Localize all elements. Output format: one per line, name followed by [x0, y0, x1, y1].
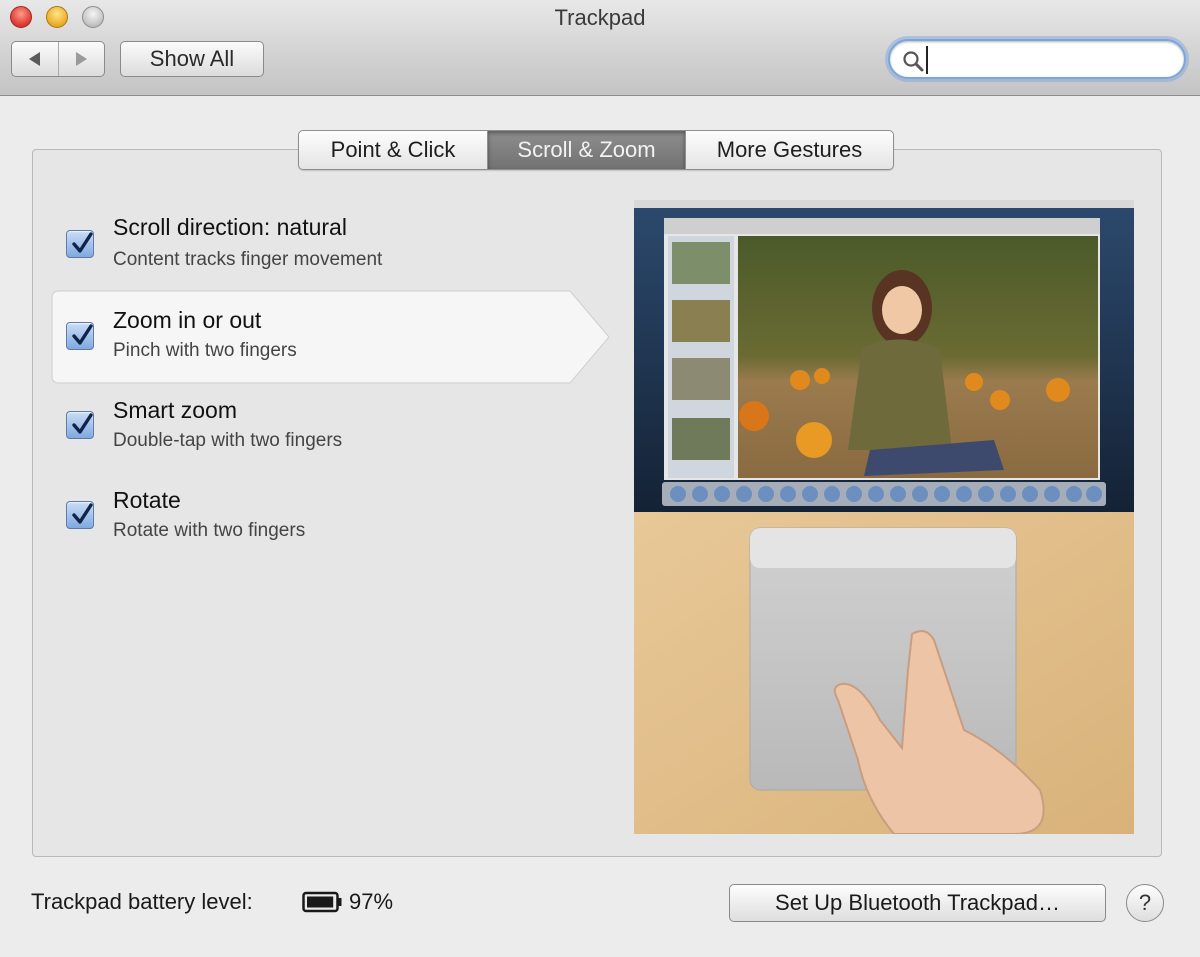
smart-zoom-checkbox[interactable] [66, 411, 94, 439]
option-subtitle: Pinch with two fingers [113, 340, 297, 361]
rotate-checkbox[interactable] [66, 501, 94, 529]
battery-level-value: 97% [349, 889, 394, 914]
magnifier-icon [903, 51, 924, 72]
selected-option-highlight [51, 290, 610, 384]
gesture-preview-illustration [634, 200, 1134, 834]
battery-icon [302, 891, 342, 913]
gesture-preview-video [634, 200, 1134, 834]
back-arrow-icon [29, 52, 41, 66]
checkmark-icon [72, 232, 93, 253]
forward-arrow-icon [75, 52, 87, 66]
option-title: Scroll direction: natural [113, 214, 347, 240]
back-forward-group [11, 41, 105, 77]
checkmark-icon [72, 503, 93, 524]
search-input[interactable] [926, 46, 1173, 74]
tab-more-gestures[interactable]: More Gestures [685, 131, 893, 169]
window-title: Trackpad [554, 5, 646, 30]
option-title: Rotate [113, 487, 181, 513]
scroll-direction-checkbox[interactable] [66, 230, 94, 258]
setup-bluetooth-trackpad-button[interactable]: Set Up Bluetooth Trackpad… [729, 884, 1106, 922]
battery-fill [307, 896, 334, 908]
tab-point-click[interactable]: Point & Click [299, 131, 487, 169]
show-all-button[interactable]: Show All [120, 41, 264, 77]
zoom-in-out-checkbox[interactable] [66, 322, 94, 350]
title-bar: Trackpad Show All [0, 0, 1200, 96]
checkmark-icon [72, 324, 93, 345]
option-subtitle: Double-tap with two fingers [113, 430, 343, 451]
option-title: Smart zoom [113, 397, 237, 423]
battery-level-label: Trackpad battery level: [31, 889, 253, 914]
back-button[interactable] [12, 42, 58, 76]
tab-scroll-zoom[interactable]: Scroll & Zoom [487, 131, 685, 169]
help-button[interactable]: ? [1126, 884, 1164, 922]
option-subtitle: Content tracks finger movement [113, 249, 383, 270]
search-field[interactable] [888, 39, 1186, 79]
checkmark-icon [72, 413, 93, 434]
forward-button[interactable] [57, 42, 105, 76]
tab-bar: Point & Click Scroll & Zoom More Gesture… [298, 130, 894, 170]
option-title: Zoom in or out [113, 307, 262, 333]
option-subtitle: Rotate with two fingers [113, 520, 306, 541]
